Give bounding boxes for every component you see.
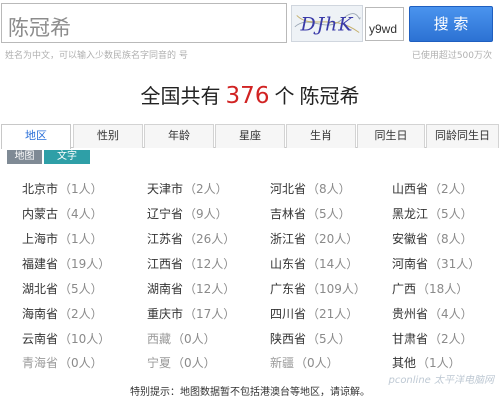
region-item[interactable]: 湖南省（12人）: [147, 280, 235, 297]
region-count: （0人）: [172, 356, 216, 370]
region-count: （12人）: [184, 282, 236, 296]
region-name: 河北省: [270, 182, 307, 196]
region-item[interactable]: 云南省（10人）: [22, 330, 110, 347]
region-name: 云南省: [22, 332, 59, 346]
region-count: （1人）: [417, 356, 461, 370]
region-name: 江西省: [147, 257, 184, 271]
region-name: 其他: [392, 356, 417, 370]
region-name: 四川省: [270, 307, 307, 321]
region-name: 上海市: [22, 232, 59, 246]
region-name: 广西: [392, 282, 417, 296]
region-count: （9人）: [184, 207, 228, 221]
region-count: （0人）: [59, 356, 103, 370]
region-item[interactable]: 重庆市（17人）: [147, 305, 235, 322]
region-item[interactable]: 河南省（31人）: [392, 255, 480, 272]
region-item[interactable]: 海南省（2人）: [22, 305, 103, 322]
region-count: （26人）: [184, 232, 236, 246]
region-item[interactable]: 河北省（8人）: [270, 180, 351, 197]
region-item[interactable]: 西藏（0人）: [147, 330, 216, 347]
region-name: 青海省: [22, 356, 59, 370]
region-name: 天津市: [147, 182, 184, 196]
region-item[interactable]: 福建省（19人）: [22, 255, 110, 272]
region-item[interactable]: 四川省（21人）: [270, 305, 358, 322]
region-name: 海南省: [22, 307, 59, 321]
region-item[interactable]: 安徽省（8人）: [392, 230, 473, 247]
region-name: 陕西省: [270, 332, 307, 346]
region-item[interactable]: 湖北省（5人）: [22, 280, 103, 297]
region-name: 安徽省: [392, 232, 429, 246]
region-item[interactable]: 贵州省（4人）: [392, 305, 473, 322]
region-item[interactable]: 上海市（1人）: [22, 230, 103, 247]
region-name: 甘肃省: [392, 332, 429, 346]
region-count: （1人）: [59, 182, 103, 196]
footnote: 特别提示：地图数据暂不包括港澳台等地区，请谅解。: [130, 387, 370, 398]
region-item[interactable]: 青海省（0人）: [22, 354, 103, 371]
region-list: 北京市（1人） 天津市（2人） 河北省（8人） 山西省（2人） 内蒙古（4人） …: [0, 0, 500, 402]
region-count: （2人）: [59, 307, 103, 321]
region-count: （0人）: [295, 356, 339, 370]
region-item[interactable]: 内蒙古（4人）: [22, 205, 103, 222]
region-name: 湖南省: [147, 282, 184, 296]
region-count: （1人）: [59, 232, 103, 246]
region-count: （4人）: [429, 307, 473, 321]
region-name: 新疆: [270, 356, 295, 370]
region-item[interactable]: 浙江省（20人）: [270, 230, 358, 247]
region-count: （21人）: [307, 307, 359, 321]
region-item[interactable]: 天津市（2人）: [147, 180, 228, 197]
region-name: 浙江省: [270, 232, 307, 246]
region-name: 重庆市: [147, 307, 184, 321]
region-name: 贵州省: [392, 307, 429, 321]
region-count: （5人）: [307, 332, 351, 346]
region-item[interactable]: 辽宁省（9人）: [147, 205, 228, 222]
region-name: 湖北省: [22, 282, 59, 296]
region-count: （10人）: [59, 332, 111, 346]
region-count: （2人）: [184, 182, 228, 196]
region-name: 河南省: [392, 257, 429, 271]
region-count: （17人）: [184, 307, 236, 321]
region-count: （31人）: [429, 257, 481, 271]
region-name: 山东省: [270, 257, 307, 271]
region-count: （4人）: [59, 207, 103, 221]
region-name: 福建省: [22, 257, 59, 271]
region-name: 宁夏: [147, 356, 172, 370]
region-name: 广东省: [270, 282, 307, 296]
region-item[interactable]: 其他（1人）: [392, 354, 461, 371]
region-count: （5人）: [307, 207, 351, 221]
region-item[interactable]: 甘肃省（2人）: [392, 330, 473, 347]
region-item[interactable]: 山东省（14人）: [270, 255, 358, 272]
region-count: （8人）: [307, 182, 351, 196]
region-count: （8人）: [429, 232, 473, 246]
region-item[interactable]: 新疆（0人）: [270, 354, 339, 371]
region-item[interactable]: 广东省（109人）: [270, 280, 366, 297]
region-count: （12人）: [184, 257, 236, 271]
region-count: （20人）: [307, 232, 359, 246]
region-count: （2人）: [429, 332, 473, 346]
region-name: 吉林省: [270, 207, 307, 221]
region-item[interactable]: 黑龙江（5人）: [392, 205, 473, 222]
region-count: （14人）: [307, 257, 359, 271]
region-count: （5人）: [429, 207, 473, 221]
region-item[interactable]: 江苏省（26人）: [147, 230, 235, 247]
region-name: 山西省: [392, 182, 429, 196]
region-name: 内蒙古: [22, 207, 59, 221]
region-count: （0人）: [172, 332, 216, 346]
region-item[interactable]: 山西省（2人）: [392, 180, 473, 197]
region-item[interactable]: 广西（18人）: [392, 280, 468, 297]
region-count: （109人）: [307, 282, 366, 296]
region-name: 黑龙江: [392, 207, 429, 221]
region-name: 江苏省: [147, 232, 184, 246]
region-name: 西藏: [147, 332, 172, 346]
region-item[interactable]: 江西省（12人）: [147, 255, 235, 272]
region-item[interactable]: 宁夏（0人）: [147, 354, 216, 371]
region-item[interactable]: 北京市（1人）: [22, 180, 103, 197]
region-count: （18人）: [417, 282, 469, 296]
region-item[interactable]: 吉林省（5人）: [270, 205, 351, 222]
region-count: （2人）: [429, 182, 473, 196]
region-item[interactable]: 陕西省（5人）: [270, 330, 351, 347]
region-name: 辽宁省: [147, 207, 184, 221]
region-count: （5人）: [59, 282, 103, 296]
region-name: 北京市: [22, 182, 59, 196]
region-count: （19人）: [59, 257, 111, 271]
